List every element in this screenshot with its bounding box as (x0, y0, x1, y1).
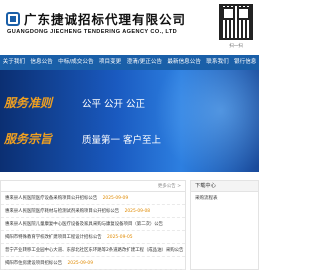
news-item[interactable]: 惠来县人民医院医疗耗材与检测试剂采购项目公开招标公告 2025-09-08 (1, 205, 185, 218)
news-item[interactable]: 惠来县人民医院儿童康复中心医疗设备及家具采购与康复设备项目（第二次）公告 (1, 218, 185, 231)
news-item[interactable]: 揭阳市特殊教育学校改扩建项目工程设计招标公告 2025-09-05 (1, 231, 185, 244)
nav-item-announcements[interactable]: 信息公告 (28, 55, 56, 70)
nav-item-about[interactable]: 关于我们 (0, 55, 28, 70)
main-nav: 关于我们 信息公告 中标/成交公告 项目变更 澄清/更正公告 最新信息公告 联系… (0, 55, 259, 70)
news-item-date: 2025-09-09 (102, 196, 129, 201)
download-item[interactable]: 采购流程表 (191, 192, 258, 205)
news-item[interactable]: 惠来县人民医院医疗设备采购项目公开招标公告 2025-09-09 (1, 192, 185, 205)
news-item-title[interactable]: 普宁产业转移工业园中心大道、东部北社区东环路等2条道路改扩建工程（成品油）采购公… (5, 248, 183, 253)
content-area: 更多公告 > 惠来县人民医院医疗设备采购项目公开招标公告 2025-09-09 … (0, 180, 259, 270)
nav-item-latest-notices[interactable]: 最新信息公告 (165, 55, 204, 70)
news-item-date: 2025-09-05 (107, 235, 133, 240)
qr-caption: 扫一扫 (229, 44, 243, 49)
hero-banner: 服务准则 公平 公开 公正 服务宗旨 质量第一 客户至上 (0, 70, 259, 172)
news-item-date: 2025-09-09 (67, 261, 94, 266)
company-logo-icon (6, 12, 20, 26)
nav-item-bank-info[interactable]: 银行信息 (231, 55, 259, 70)
news-item-title[interactable]: 惠来县人民医院儿童康复中心医疗设备及家具采购与康复设备项目（第二次）公告 (5, 222, 163, 227)
news-item[interactable]: 揭阳市住房建设项目招标公告 2025-09-09 (1, 257, 185, 270)
news-panel-header: 更多公告 > (1, 181, 185, 192)
nav-item-project-changes[interactable]: 项目变更 (96, 55, 124, 70)
site-header: 广东捷诚招标代理有限公司 GUANGDONG JIECHENG TENDERIN… (0, 0, 259, 55)
news-item-title[interactable]: 揭阳市住房建设项目招标公告 (5, 261, 62, 266)
download-center-title: 下载中心 (191, 181, 258, 192)
download-center-panel: 下载中心 采购流程表 (190, 180, 259, 270)
company-name-en: GUANGDONG JIECHENG TENDERING AGENCY CO.,… (7, 29, 178, 35)
news-item-date: 2025-09-08 (124, 209, 151, 214)
banner-principle-title: 服务准则 (4, 96, 53, 110)
banner-principle-text: 公平 公开 公正 (82, 99, 146, 110)
banner-glow (149, 70, 259, 172)
news-panel: 更多公告 > 惠来县人民医院医疗设备采购项目公开招标公告 2025-09-09 … (0, 180, 186, 270)
nav-item-clarifications[interactable]: 澄清/更正公告 (124, 55, 165, 70)
news-item-title[interactable]: 揭阳市特殊教育学校改扩建项目工程设计招标公告 (5, 235, 102, 240)
nav-item-award-notices[interactable]: 中标/成交公告 (55, 55, 96, 70)
nav-item-contact[interactable]: 联系我们 (204, 55, 232, 70)
qr-code-icon (219, 4, 253, 40)
news-item-title[interactable]: 惠来县人民医院医疗耗材与检测试剂采购项目公开招标公告 (5, 209, 119, 214)
banner-purpose-title: 服务宗旨 (4, 132, 53, 146)
news-item[interactable]: 普宁产业转移工业园中心大道、东部北社区东环路等2条道路改扩建工程（成品油）采购公… (1, 244, 185, 257)
news-more-link[interactable]: 更多公告 > (158, 183, 181, 189)
news-item-title[interactable]: 惠来县人民医院医疗设备采购项目公开招标公告 (5, 196, 97, 201)
company-name-cn: 广东捷诚招标代理有限公司 (24, 12, 187, 27)
banner-purpose-text: 质量第一 客户至上 (82, 135, 162, 146)
